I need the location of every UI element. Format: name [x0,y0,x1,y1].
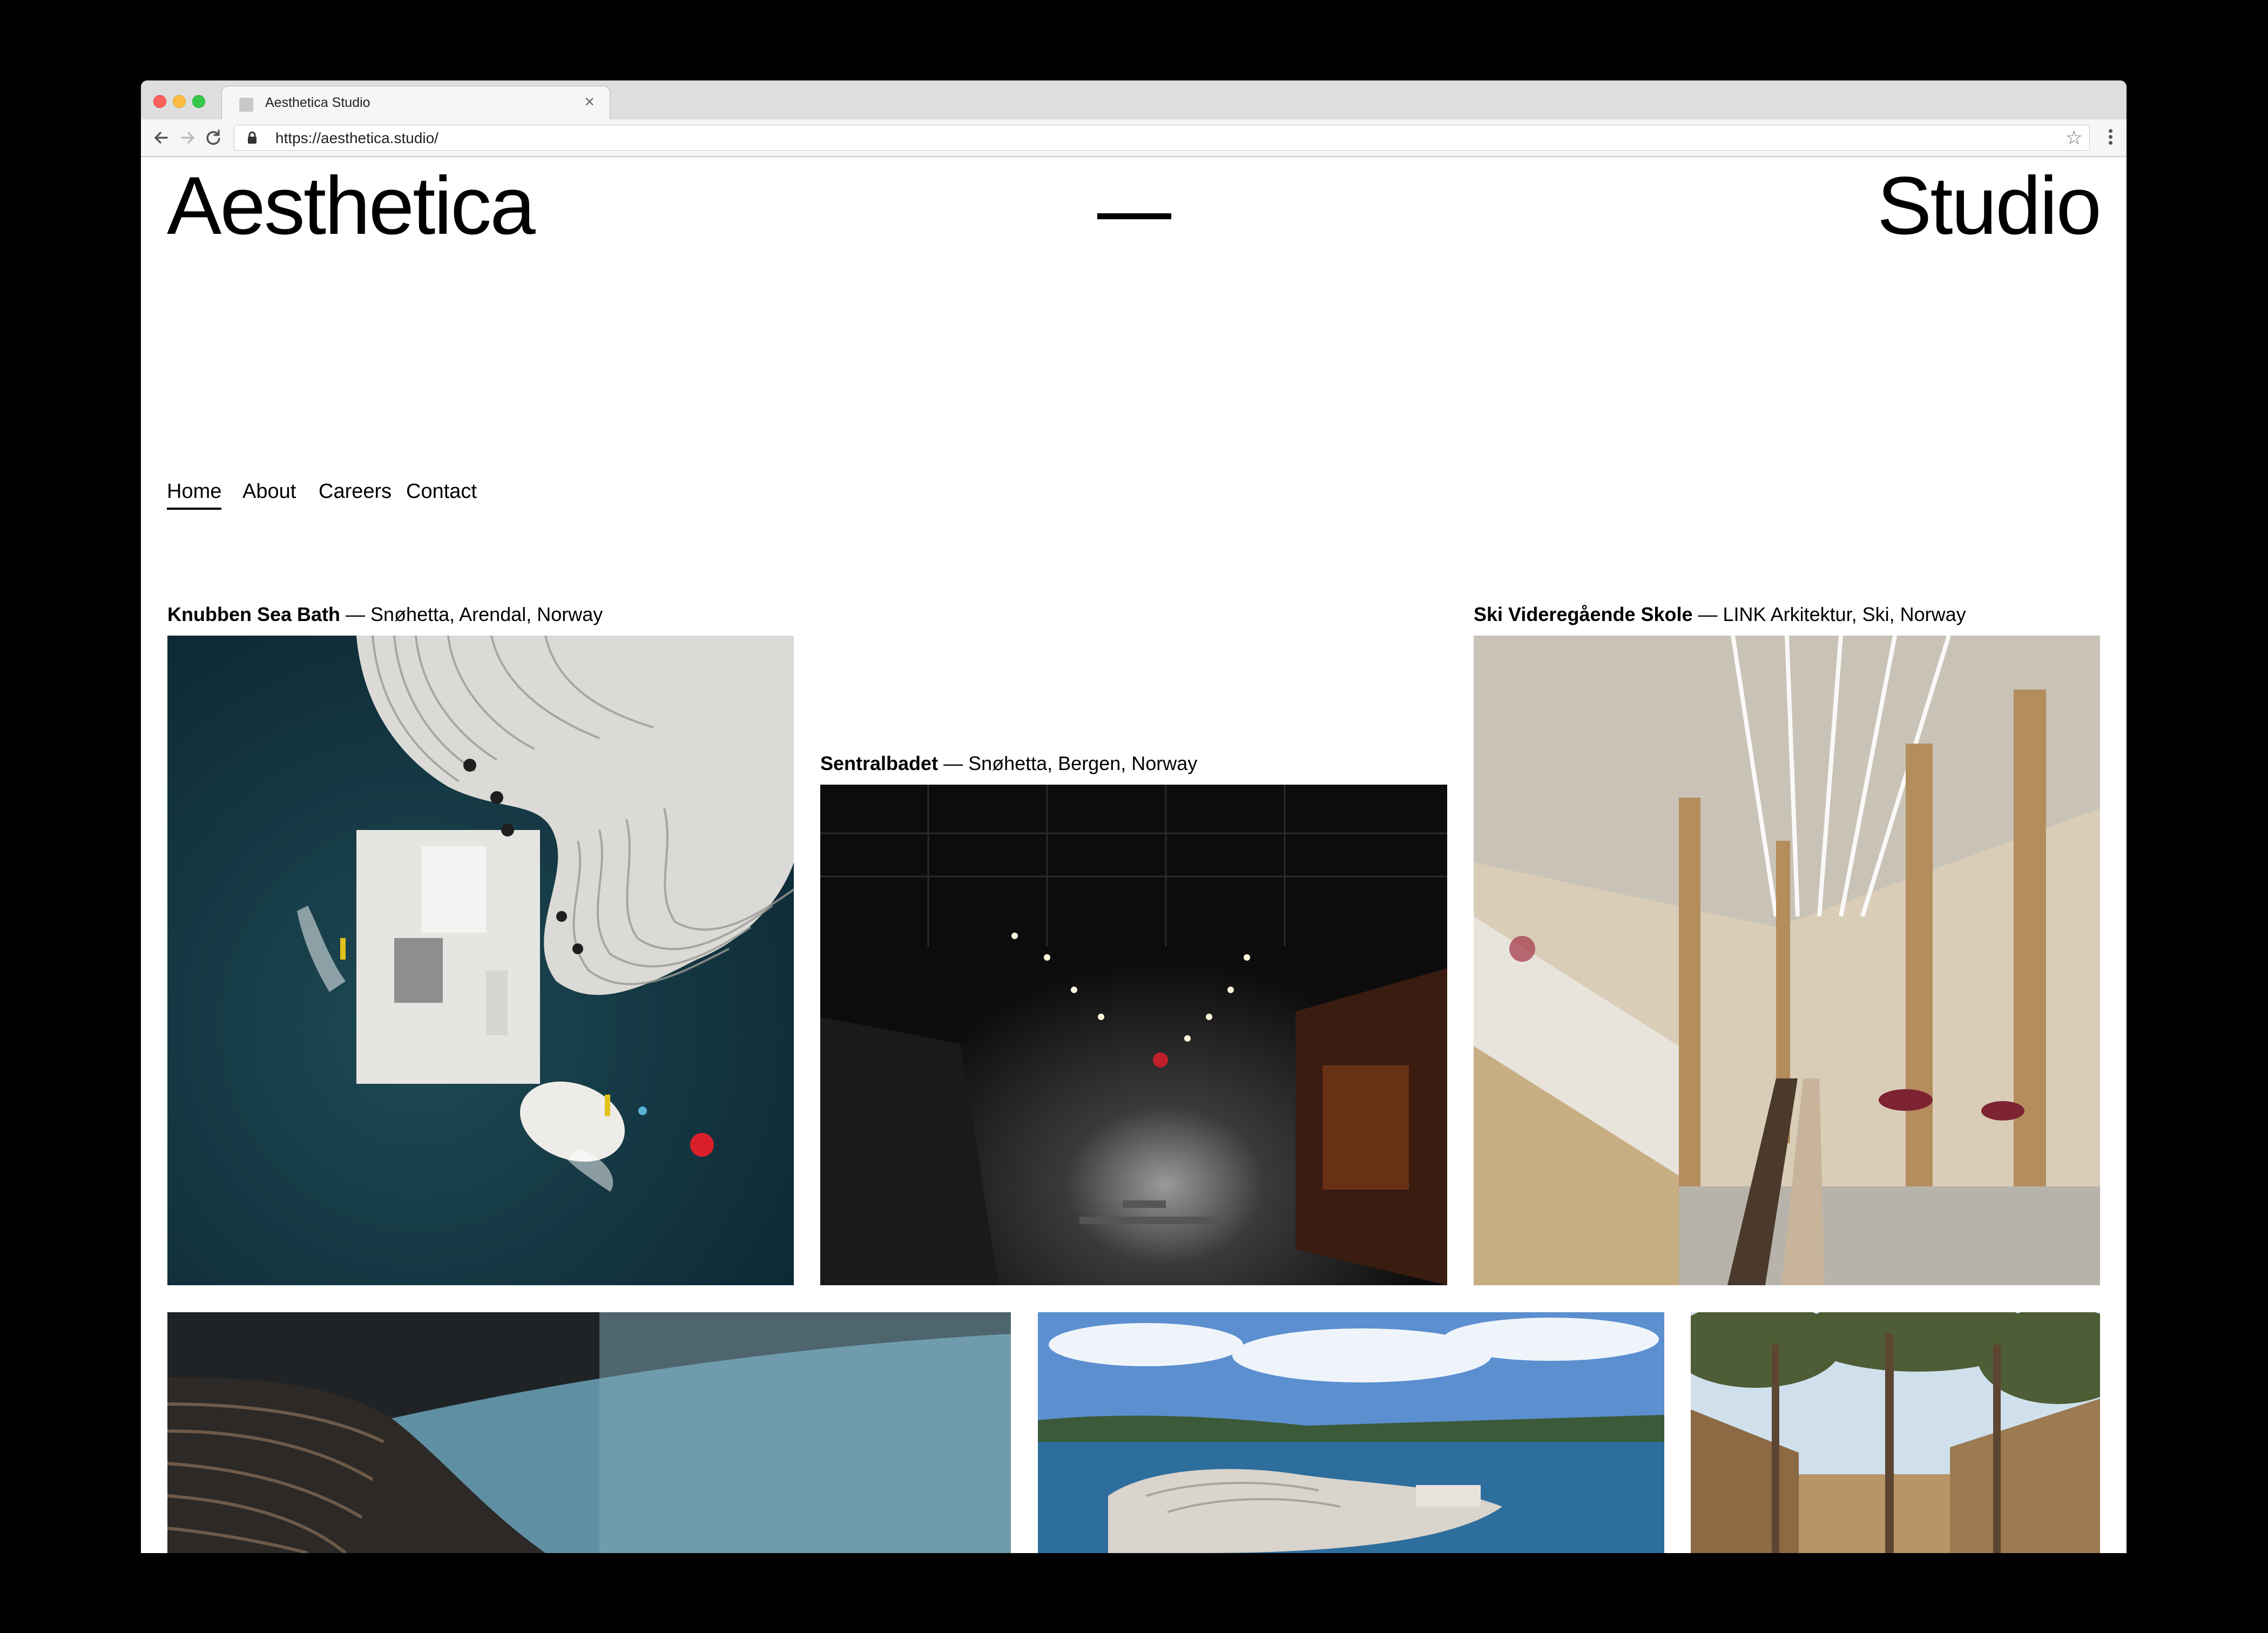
reload-button[interactable] [202,127,224,149]
logo-dash [1097,213,1171,219]
page-content: Aesthetica Studio Home About Careers Con… [141,157,2127,1553]
forest-building-image [1691,1312,2100,1553]
project-name: Knubben Sea Bath [167,603,341,625]
maximize-window-button[interactable] [192,95,205,108]
project-image[interactable] [820,785,1447,1285]
browser-tab[interactable]: Aesthetica Studio × [221,86,610,119]
url-text: https://aesthetica.studio/ [275,130,438,146]
minimize-window-button[interactable] [173,95,186,108]
nav-careers-link[interactable]: Careers [319,480,392,503]
browser-toolbar: https://aesthetica.studio/ ☆ [141,119,2127,157]
project-details: — Snøhetta, Arendal, Norway [340,603,603,625]
nav-about-link[interactable]: About [242,480,296,503]
browser-window: Aesthetica Studio × https://aesthetica.s… [141,80,2127,1553]
project-caption[interactable]: Ski Videregående Skole — LINK Arkitektur… [1474,605,1966,624]
project-caption[interactable]: Sentralbadet — Snøhetta, Bergen, Norway [820,754,1197,773]
project-image[interactable] [1474,636,2100,1285]
project-details: — Snøhetta, Bergen, Norway [938,752,1198,774]
project-name: Sentralbadet [820,752,939,774]
lock-icon [248,131,256,144]
back-button[interactable] [151,127,172,149]
tab-title: Aesthetica Studio [265,95,370,110]
project-caption[interactable]: Knubben Sea Bath — Snøhetta, Arendal, No… [167,605,603,624]
arrow-right-icon [181,132,194,144]
sea-bath-aerial-image [167,636,794,1285]
nav-home-link[interactable]: Home [167,480,222,510]
project-details: — LINK Arkitektur, Ski, Norway [1692,603,1966,625]
site-logo-left[interactable]: Aesthetica [167,165,536,247]
address-bar[interactable]: https://aesthetica.studio/ ☆ [234,125,2090,151]
favicon-icon [239,98,253,112]
project-image[interactable] [1038,1312,1664,1553]
reload-icon [206,130,220,145]
project-image[interactable] [1691,1312,2100,1553]
theatre-interior-image [820,785,1447,1285]
bookmark-star-icon[interactable]: ☆ [2066,127,2083,148]
project-image[interactable] [167,636,794,1285]
project-image[interactable] [167,1312,1011,1553]
school-interior-image [1474,636,2100,1285]
building-facade-image [167,1312,1011,1553]
tab-close-icon[interactable]: × [584,93,595,110]
site-logo-right[interactable]: Studio [1877,165,2102,247]
nav-contact-link[interactable]: Contact [406,480,477,503]
project-name: Ski Videregående Skole [1474,603,1693,625]
forward-button[interactable] [177,127,198,149]
browser-menu-button[interactable] [2104,127,2117,149]
arrow-left-icon [154,132,168,144]
tab-bar: Aesthetica Studio × [141,80,2127,119]
harbour-bath-image [1038,1312,1664,1553]
close-window-button[interactable] [153,95,166,108]
